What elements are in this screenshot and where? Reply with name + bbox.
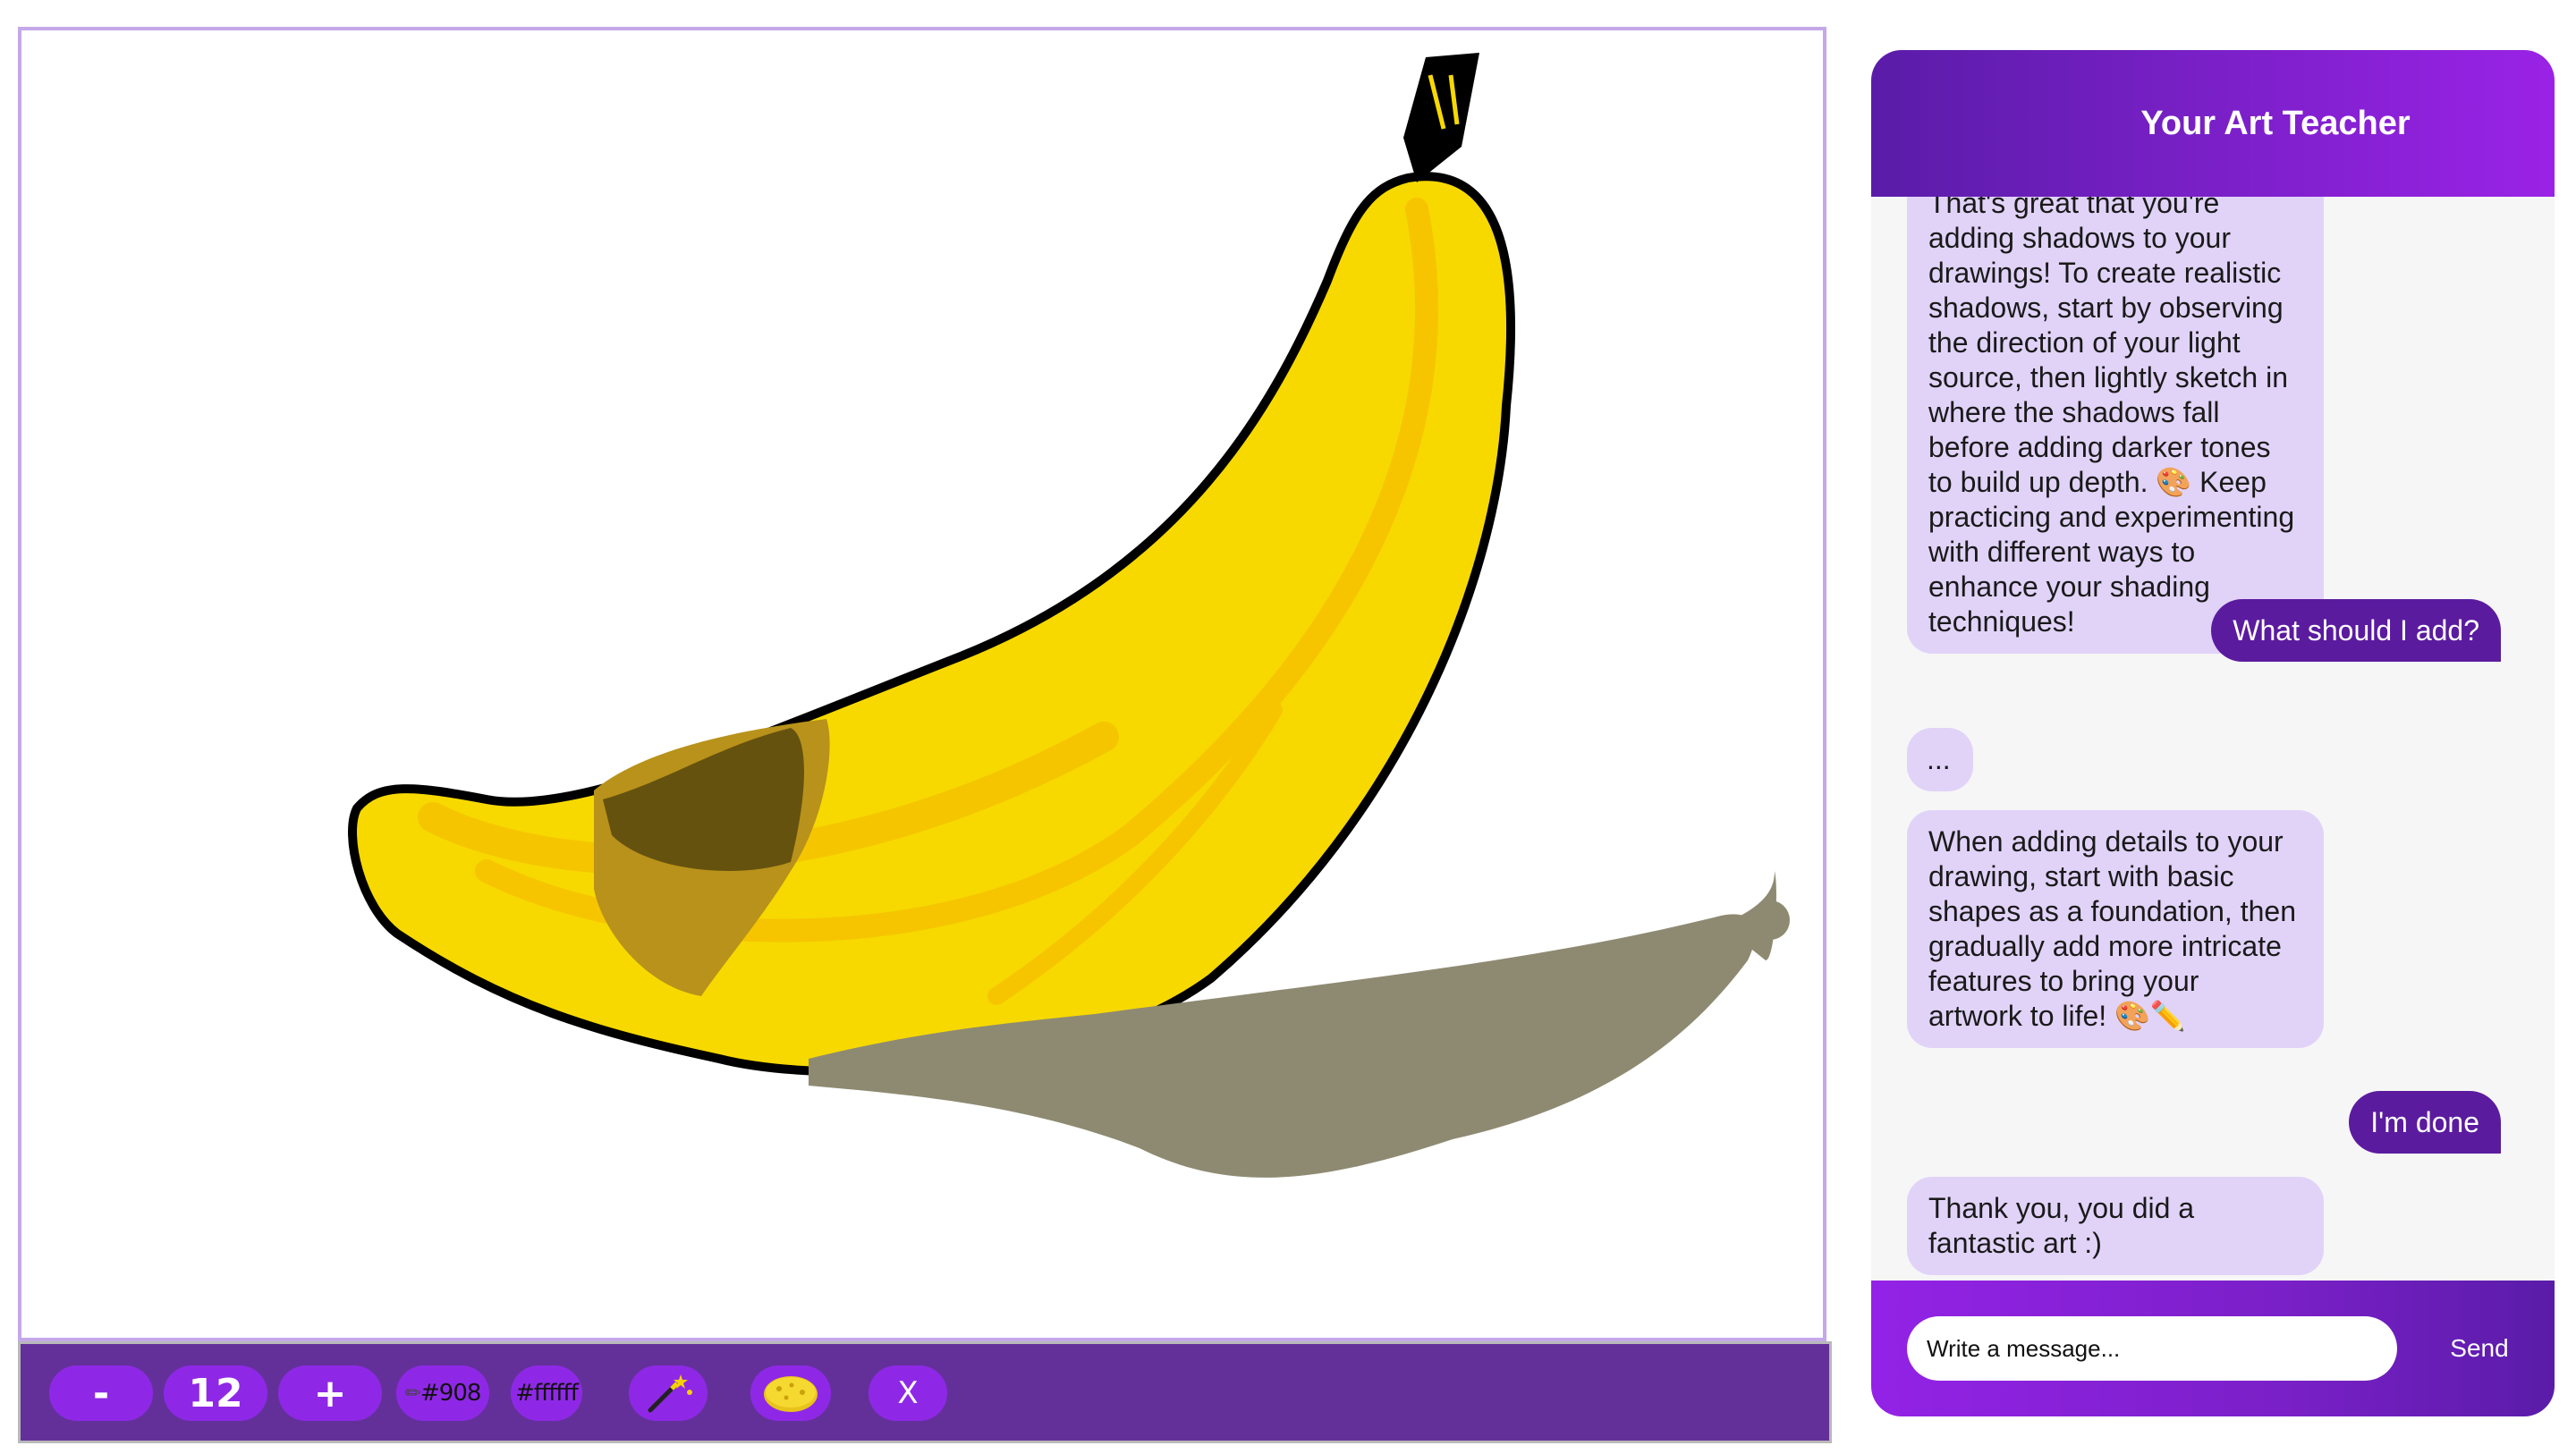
eraser-button[interactable]	[750, 1365, 831, 1421]
chat-footer: Send	[1871, 1281, 2555, 1416]
primary-color-label: #908	[420, 1380, 481, 1407]
message-line: with different ways to	[1928, 536, 2196, 568]
bot-message: When adding details to your drawing, star…	[1907, 810, 2324, 1048]
message-line: the direction of your light	[1928, 326, 2241, 359]
brush-size-label: 12	[188, 1370, 243, 1416]
secondary-color-label: #ffffff	[515, 1380, 579, 1407]
message-line: adding shadows to your	[1928, 222, 2231, 254]
message-line: ...	[1927, 743, 1951, 775]
bot-message: That's great that you're adding shadows t…	[1907, 197, 2324, 654]
message-line: artwork to life! 🎨✏️	[1928, 1000, 2186, 1032]
message-line: fantastic art :)	[1928, 1227, 2102, 1259]
banana-drawing	[348, 53, 1790, 1178]
user-message: What should I add?	[2211, 599, 2501, 662]
message-line: When adding details to your	[1928, 825, 2284, 858]
message-line: drawing, start with basic	[1928, 860, 2234, 892]
bot-typing-message: ...	[1907, 728, 1973, 791]
bot-message-text: That's great that you're adding shadows t…	[1928, 197, 2302, 639]
decrease-size-button[interactable]: -	[49, 1365, 153, 1421]
chat-header: Your Art Teacher	[1871, 50, 2555, 197]
increase-size-button[interactable]: +	[278, 1365, 382, 1421]
decrease-label: -	[92, 1370, 110, 1416]
pencil-icon: ✏	[404, 1382, 421, 1405]
bot-message: Thank you, you did a fantastic art :)	[1907, 1177, 2324, 1275]
message-line: before adding darker tones	[1928, 431, 2271, 463]
message-line: Thank you, you did a	[1928, 1192, 2195, 1224]
message-line: where the shadows fall	[1928, 396, 2220, 428]
send-button[interactable]: Send	[2435, 1316, 2524, 1381]
chat-panel: Your Art Teacher That's great that you'r…	[1871, 50, 2555, 1416]
message-input[interactable]	[1907, 1316, 2397, 1381]
user-message-text: I'm done	[2370, 1106, 2479, 1138]
message-line: to build up depth. 🎨 Keep	[1928, 466, 2267, 498]
send-label: Send	[2450, 1334, 2509, 1362]
brush-size-value: 12	[164, 1365, 267, 1421]
message-line: practicing and experimenting	[1928, 501, 2295, 533]
drawing-toolbar: - 12 + ✏ #908 #ffffff X	[18, 1341, 1832, 1443]
primary-color-picker[interactable]: ✏ #908	[396, 1365, 489, 1421]
chat-title: Your Art Teacher	[2140, 104, 2411, 142]
message-line: source, then lightly sketch in	[1928, 361, 2288, 393]
bot-message-text: Thank you, you did a fantastic art :)	[1928, 1191, 2302, 1261]
drawing-canvas[interactable]	[18, 27, 1826, 1341]
message-line: shadows, start by observing	[1928, 292, 2284, 324]
magic-wand-icon	[648, 1374, 692, 1413]
sponge-icon	[764, 1376, 818, 1412]
message-line: drawings! To create realistic	[1928, 257, 2282, 289]
magic-wand-button[interactable]	[629, 1365, 708, 1421]
chat-messages[interactable]: That's great that you're adding shadows t…	[1871, 197, 2555, 1331]
user-message-text: What should I add?	[2233, 614, 2479, 647]
increase-label: +	[313, 1370, 347, 1416]
message-line: features to bring your	[1928, 965, 2199, 997]
message-line: gradually add more intricate	[1928, 930, 2282, 962]
clear-canvas-button[interactable]: X	[869, 1365, 947, 1421]
secondary-color-picker[interactable]: #ffffff	[511, 1365, 582, 1421]
bot-message-text: When adding details to your drawing, star…	[1928, 824, 2302, 1034]
message-line: shapes as a foundation, then	[1928, 895, 2296, 927]
bot-message-text: ...	[1927, 742, 1953, 777]
message-line: That's great that you're	[1928, 197, 2220, 219]
clear-label: X	[897, 1375, 919, 1411]
user-message: I'm done	[2349, 1091, 2501, 1154]
